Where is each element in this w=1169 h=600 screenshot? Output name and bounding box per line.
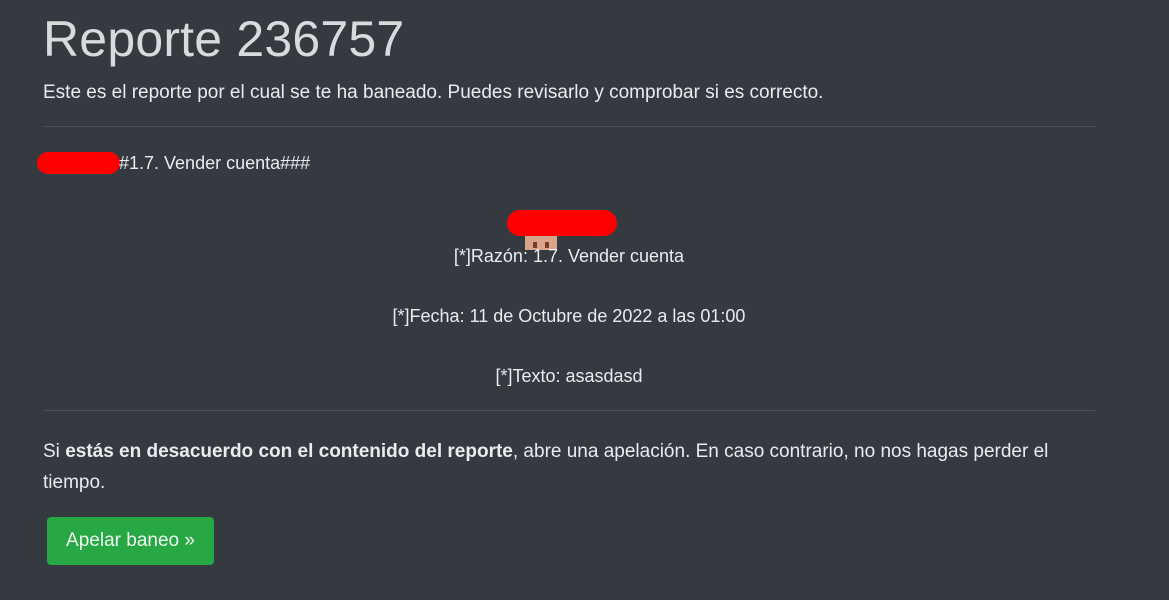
page-title: Reporte 236757 xyxy=(43,11,405,67)
report-reason: [*]Razón: 1.7. Vender cuenta xyxy=(453,246,685,266)
report-header-text: #1.7. Vender cuenta### xyxy=(119,152,311,173)
redacted-username xyxy=(37,152,120,174)
divider-top xyxy=(43,126,1095,127)
redacted-avatar-name xyxy=(507,210,617,236)
notice-bold: estás en desacuerdo con el contenido del… xyxy=(65,441,513,462)
report-text: [*]Texto: asasdasd xyxy=(495,366,643,386)
report-header: #1.7. Vender cuenta### xyxy=(37,151,310,175)
appeal-ban-button[interactable]: Apelar baneo » xyxy=(47,517,214,565)
page-lead: Este es el reporte por el cual se te ha … xyxy=(43,82,824,103)
appeal-notice: Si estás en desacuerdo con el contenido … xyxy=(43,436,1095,498)
player-avatar-group xyxy=(507,210,617,250)
notice-prefix: Si xyxy=(43,441,66,462)
report-date: [*]Fecha: 11 de Octubre de 2022 a las 01… xyxy=(392,306,746,326)
divider-bottom xyxy=(43,410,1095,411)
